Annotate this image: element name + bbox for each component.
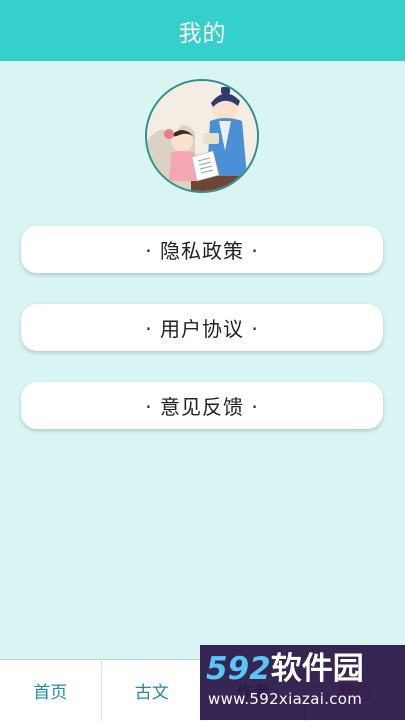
watermark-logo: 592软件园 www.592xiazai.com — [200, 645, 405, 720]
feedback-button[interactable]: · 意见反馈 · — [21, 382, 383, 429]
watermark-brand-text: 软件园 — [271, 651, 364, 687]
profile-avatar — [145, 79, 259, 193]
top-header: 我的 — [0, 0, 405, 61]
scholar-illustration-icon — [147, 81, 257, 191]
tab-classics[interactable]: 古文 — [102, 660, 204, 721]
watermark-brand-number: 592 — [206, 651, 271, 687]
watermark-brand: 592软件园 — [206, 651, 364, 687]
tab-home[interactable]: 首页 — [0, 660, 102, 721]
user-agreement-button[interactable]: · 用户协议 · — [21, 304, 383, 351]
page-title: 我的 — [179, 14, 227, 48]
privacy-policy-button[interactable]: · 隐私政策 · — [21, 226, 383, 273]
watermark-url: www.592xiazai.com — [208, 690, 362, 708]
